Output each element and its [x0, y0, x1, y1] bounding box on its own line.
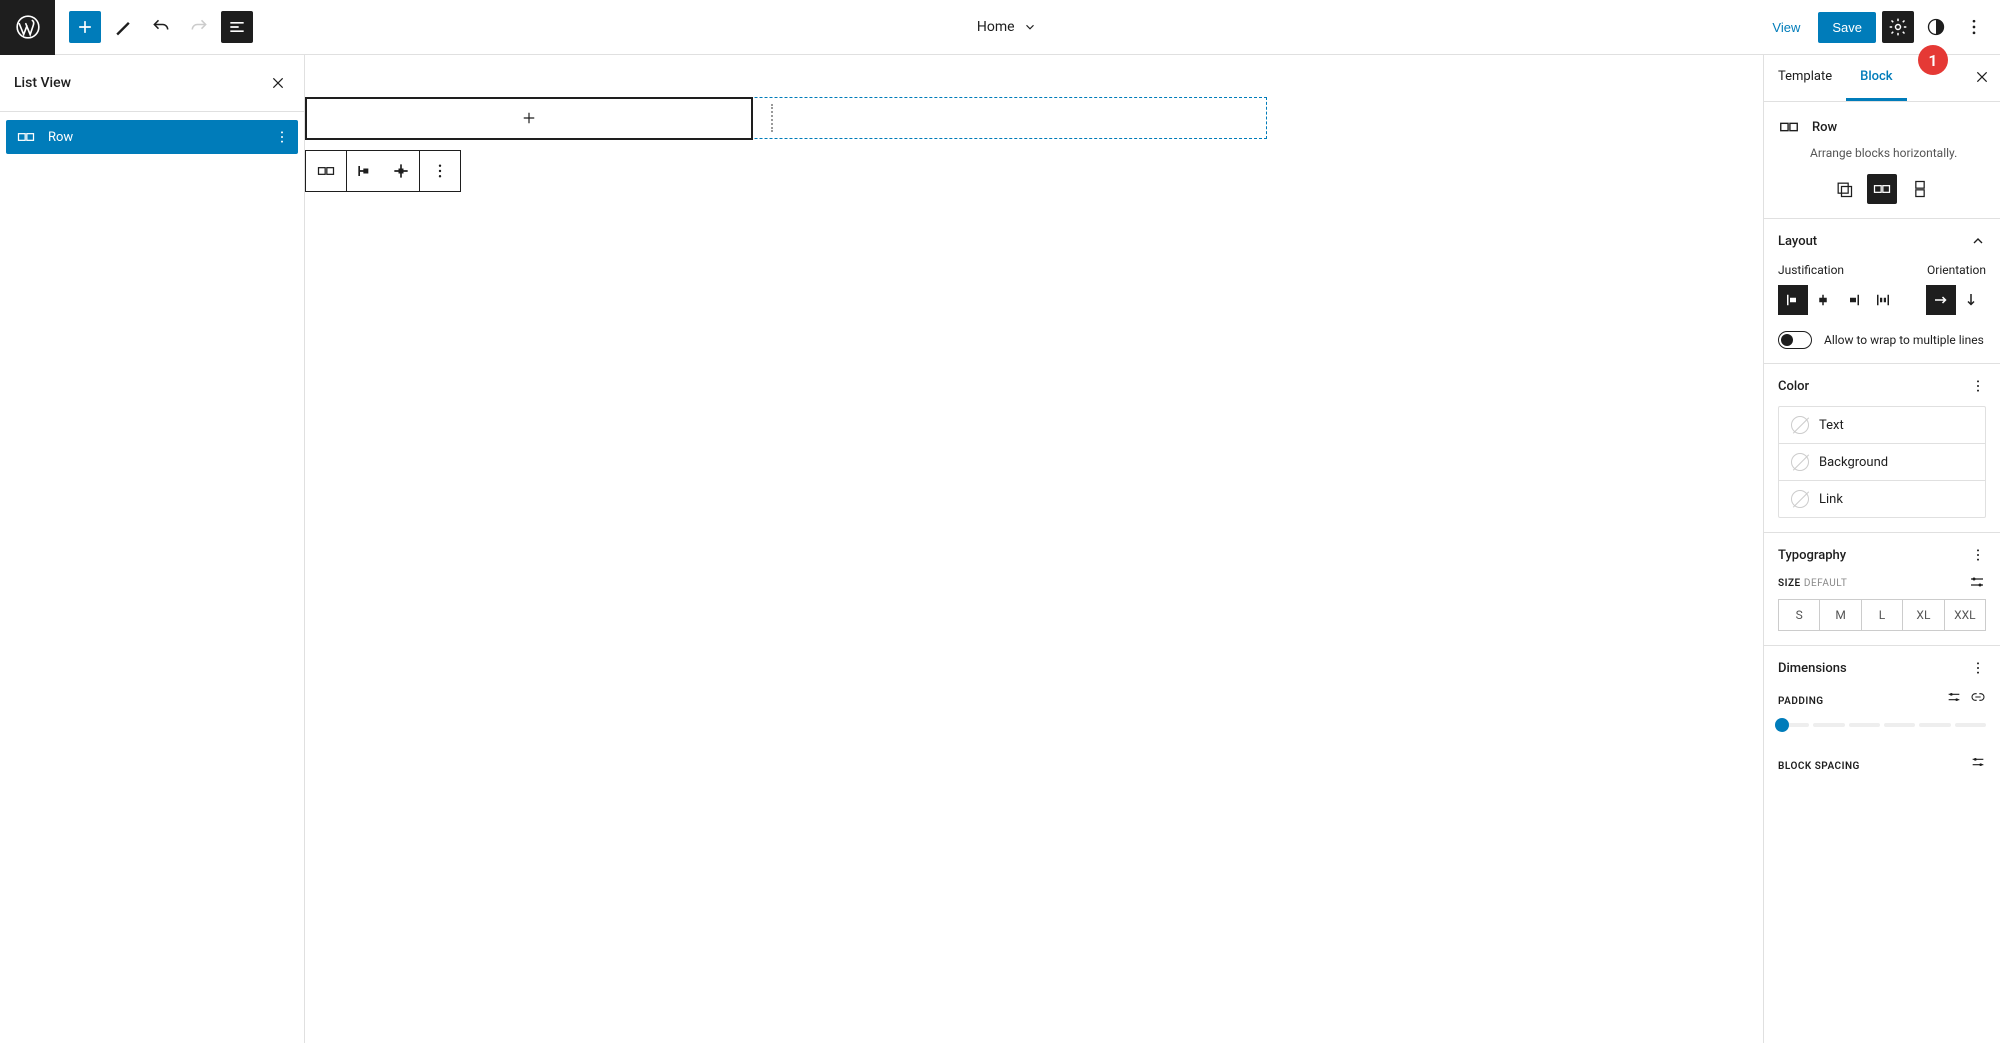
dimensions-panel: Dimensions PADDING BLOCK SPACING	[1764, 646, 2000, 786]
swatch-none-icon	[1791, 416, 1809, 434]
orientation-label: Orientation	[1926, 263, 1986, 277]
save-button[interactable]: Save	[1818, 12, 1876, 43]
color-background-button[interactable]: Background	[1779, 444, 1985, 481]
wrap-toggle[interactable]	[1778, 331, 1812, 349]
align-button[interactable]	[383, 151, 419, 191]
more-options-button[interactable]	[1958, 11, 1990, 43]
orientation-vertical-button[interactable]	[1956, 285, 1986, 315]
list-item-row[interactable]: Row	[6, 120, 298, 154]
wordpress-logo[interactable]	[0, 0, 55, 55]
page-title: Home	[977, 19, 1015, 35]
font-size-picker: S M L XL XXL	[1778, 599, 1986, 631]
size-m-button[interactable]: M	[1819, 600, 1860, 630]
annotation-1: 1	[1918, 45, 1948, 75]
tab-block[interactable]: Block	[1846, 55, 1906, 101]
block-more-button[interactable]	[420, 151, 460, 191]
top-toolbar: Home View Save 1	[0, 0, 2000, 55]
justify-right-button[interactable]	[1838, 285, 1868, 315]
typography-panel-more-button[interactable]	[1970, 547, 1986, 563]
row-block[interactable]	[305, 97, 1267, 139]
document-title-dropdown[interactable]: Home	[977, 19, 1037, 35]
row-icon	[16, 127, 36, 147]
wrap-toggle-label: Allow to wrap to multiple lines	[1824, 333, 1984, 347]
toolbar-left	[0, 0, 253, 54]
block-toolbar	[305, 150, 461, 192]
plus-icon[interactable]	[520, 109, 538, 127]
justification-label: Justification	[1778, 263, 1898, 277]
chevron-down-icon	[1023, 20, 1037, 34]
block-name: Row	[1812, 120, 1837, 135]
tools-button[interactable]	[107, 11, 139, 43]
layout-panel-header[interactable]: Layout	[1778, 233, 1986, 249]
layout-panel: Layout Justification Orientation	[1764, 219, 2000, 364]
list-view-title: List View	[14, 75, 71, 91]
list-view-toggle[interactable]	[221, 11, 253, 43]
justify-center-button[interactable]	[1808, 285, 1838, 315]
variant-group-button[interactable]	[1829, 174, 1859, 204]
settings-button[interactable]	[1882, 11, 1914, 43]
block-spacing-custom-button[interactable]	[1970, 754, 1986, 770]
chevron-up-icon	[1970, 233, 1986, 249]
row-cell-left[interactable]	[305, 97, 753, 140]
variant-stack-button[interactable]	[1905, 174, 1935, 204]
close-list-view-button[interactable]	[264, 69, 292, 97]
undo-button[interactable]	[145, 11, 177, 43]
redo-button[interactable]	[183, 11, 215, 43]
size-xl-button[interactable]: XL	[1902, 600, 1943, 630]
swatch-none-icon	[1791, 490, 1809, 508]
tab-template[interactable]: Template	[1764, 55, 1846, 101]
swatch-none-icon	[1791, 453, 1809, 471]
padding-link-button[interactable]	[1970, 689, 1986, 705]
color-panel-more-button[interactable]	[1970, 378, 1986, 394]
color-panel: Color Text Background Link	[1764, 364, 2000, 533]
settings-sidebar: Template Block Row Arrange blocks horizo…	[1763, 55, 2000, 1043]
toolbar-right: View Save 1	[1760, 11, 2000, 43]
dimensions-panel-more-button[interactable]	[1970, 660, 1986, 676]
color-text-button[interactable]: Text	[1779, 407, 1985, 444]
close-settings-button[interactable]	[1970, 65, 1994, 89]
editor-canvas[interactable]	[305, 55, 1763, 1043]
variant-row-button[interactable]	[1867, 174, 1897, 204]
justify-space-between-button[interactable]	[1868, 285, 1898, 315]
view-button[interactable]: View	[1760, 12, 1812, 43]
color-link-button[interactable]: Link	[1779, 481, 1985, 517]
padding-slider[interactable]	[1778, 723, 1986, 727]
list-view-sidebar: List View Row	[0, 55, 305, 1043]
row-icon	[1778, 116, 1800, 138]
justify-left-button[interactable]	[1778, 285, 1808, 315]
settings-tabs: Template Block	[1764, 55, 2000, 101]
typography-panel: Typography SIZE DEFAULT S M L XL XXL	[1764, 533, 2000, 646]
list-item-label: Row	[48, 130, 73, 145]
styles-button[interactable]	[1920, 11, 1952, 43]
row-cell-right[interactable]	[751, 98, 1266, 138]
size-custom-button[interactable]	[1968, 573, 1986, 591]
justify-button[interactable]	[347, 151, 383, 191]
block-type-button[interactable]	[306, 151, 346, 191]
padding-custom-button[interactable]	[1946, 689, 1962, 705]
size-xxl-button[interactable]: XXL	[1944, 600, 1985, 630]
list-item-more-icon[interactable]	[274, 129, 290, 145]
orientation-horizontal-button[interactable]	[1926, 285, 1956, 315]
add-block-button[interactable]	[69, 11, 101, 43]
size-s-button[interactable]: S	[1779, 600, 1819, 630]
block-info-panel: Row Arrange blocks horizontally.	[1764, 102, 2000, 219]
size-l-button[interactable]: L	[1861, 600, 1902, 630]
slider-knob[interactable]	[1775, 718, 1789, 732]
block-description: Arrange blocks horizontally.	[1778, 146, 1986, 160]
